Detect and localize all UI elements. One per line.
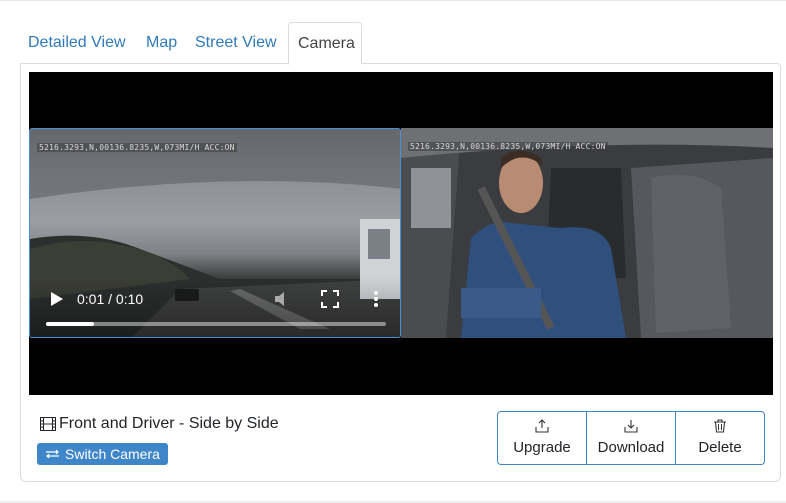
swap-arrows-icon: [46, 449, 59, 459]
tab-detailed-view[interactable]: Detailed View: [20, 22, 134, 64]
play-icon[interactable]: [46, 289, 66, 309]
download-button[interactable]: Download: [587, 412, 676, 464]
delete-label: Delete: [698, 439, 742, 456]
delete-button[interactable]: Delete: [676, 412, 764, 464]
tab-map[interactable]: Map: [138, 22, 185, 64]
caption-text: Front and Driver - Side by Side: [59, 415, 279, 432]
film-icon: [40, 417, 56, 431]
time-display: 0:01 / 0:10: [77, 291, 144, 307]
progress-fill: [46, 322, 94, 326]
video-controls: 0:01 / 0:10: [30, 277, 400, 337]
tab-street-view[interactable]: Street View: [187, 22, 285, 64]
top-divider: [0, 0, 786, 1]
driver-cabin-scene: [401, 128, 773, 338]
upgrade-button[interactable]: Upgrade: [498, 412, 587, 464]
view-tabs: Detailed View Map Street View Camera: [20, 22, 780, 65]
camera-caption: Front and Driver - Side by Side: [40, 414, 279, 434]
front-gps-overlay: 5216.3293,N,00136.8235,W,073MI/H ACC:ON: [37, 143, 237, 152]
driver-gps-overlay: 5216.3293,N,00136.8235,W,073MI/H ACC:ON: [408, 142, 608, 151]
upload-icon: [535, 419, 549, 433]
trash-icon: [714, 419, 726, 433]
switch-camera-button[interactable]: Switch Camera: [37, 443, 168, 465]
fullscreen-icon[interactable]: [321, 290, 339, 308]
progress-bar[interactable]: [46, 322, 386, 326]
upgrade-label: Upgrade: [513, 439, 571, 456]
tab-camera[interactable]: Camera: [288, 22, 362, 65]
download-icon: [624, 420, 638, 433]
volume-icon[interactable]: [272, 289, 292, 309]
driver-camera-video[interactable]: 5216.3293,N,00136.8235,W,073MI/H ACC:ON: [401, 128, 773, 338]
front-camera-video[interactable]: 5216.3293,N,00136.8235,W,073MI/H ACC:ON …: [29, 128, 401, 338]
video-player: 5216.3293,N,00136.8235,W,073MI/H ACC:ON …: [29, 72, 773, 395]
download-label: Download: [597, 439, 665, 456]
action-button-group: Upgrade Download Delete: [497, 411, 765, 465]
switch-camera-label: Switch Camera: [65, 446, 160, 462]
more-options-icon[interactable]: [372, 289, 380, 309]
